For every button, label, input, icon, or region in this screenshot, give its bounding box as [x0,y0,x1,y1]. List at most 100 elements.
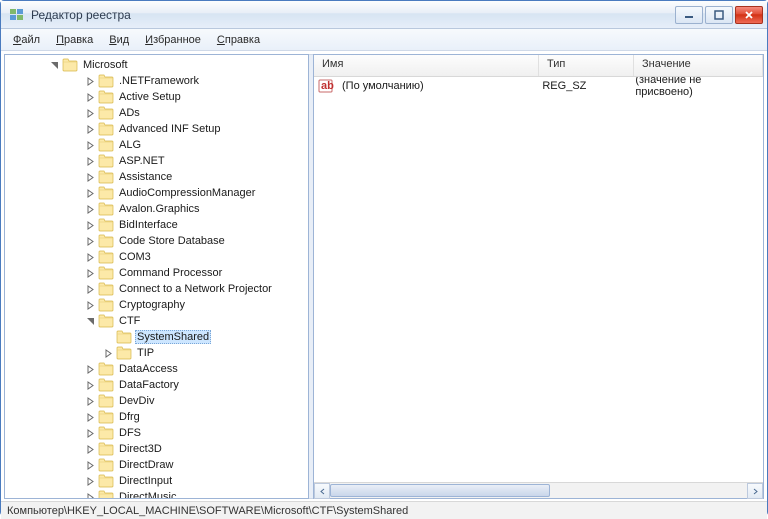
menubar: Файл Правка Вид Избранное Справка [1,29,767,51]
tree-item[interactable]: DirectInput [5,473,308,489]
expand-icon[interactable] [85,252,96,263]
folder-icon [98,90,114,104]
tree-item-microsoft[interactable]: Microsoft [5,57,308,73]
tree-item[interactable]: Connect to a Network Projector [5,281,308,297]
tree-label: Connect to a Network Projector [117,283,274,295]
expand-icon[interactable] [85,172,96,183]
folder-icon [98,138,114,152]
column-value[interactable]: Значение [634,55,763,76]
tree-item[interactable]: Code Store Database [5,233,308,249]
expand-icon[interactable] [85,236,96,247]
expand-icon[interactable] [85,188,96,199]
expand-icon[interactable] [85,492,96,500]
tree-label: DataFactory [117,379,181,391]
menu-edit[interactable]: Правка [48,32,101,48]
tree-label: DataAccess [117,363,180,375]
maximize-button[interactable] [705,6,733,24]
menu-help[interactable]: Справка [209,32,268,48]
tree-label: Microsoft [81,59,130,71]
folder-icon [98,474,114,488]
tree-item[interactable]: Avalon.Graphics [5,201,308,217]
tree-item[interactable]: Cryptography [5,297,308,313]
expand-icon[interactable] [85,108,96,119]
menu-favorites[interactable]: Избранное [137,32,209,48]
column-type[interactable]: Тип [539,55,634,76]
tree-item[interactable]: Direct3D [5,441,308,457]
expand-icon[interactable] [85,76,96,87]
expand-icon[interactable] [85,124,96,135]
folder-icon [98,282,114,296]
expand-icon[interactable] [85,220,96,231]
collapse-icon[interactable] [85,316,96,327]
tree-label: .NETFramework [117,75,201,87]
expand-icon[interactable] [85,412,96,423]
tree-label: ADs [117,107,142,119]
tree-item[interactable]: DFS [5,425,308,441]
expand-icon[interactable] [85,364,96,375]
tree-item[interactable]: AudioCompressionManager [5,185,308,201]
menu-view[interactable]: Вид [101,32,137,48]
folder-icon [98,250,114,264]
tree-item[interactable]: CTF [5,313,308,329]
tree-item[interactable]: DataAccess [5,361,308,377]
expand-icon[interactable] [85,284,96,295]
tree-item[interactable]: DirectMusic [5,489,308,499]
close-button[interactable] [735,6,763,24]
tree-item[interactable]: ALG [5,137,308,153]
tree-item[interactable]: SystemShared [5,329,308,345]
tree-label: ASP.NET [117,155,167,167]
tree-item[interactable]: ASP.NET [5,153,308,169]
expand-icon[interactable] [85,92,96,103]
expand-icon[interactable] [85,476,96,487]
tree-item[interactable]: DirectDraw [5,457,308,473]
tree-label: Dfrg [117,411,142,423]
tree-item[interactable]: DevDiv [5,393,308,409]
tree-label: SystemShared [135,330,211,344]
expand-icon[interactable] [85,428,96,439]
expand-icon[interactable] [85,156,96,167]
tree-item[interactable]: Active Setup [5,89,308,105]
tree-pane[interactable]: Microsoft .NETFramework Active Setup ADs Adv… [4,54,309,499]
tree-item[interactable]: Advanced INF Setup [5,121,308,137]
tree-item[interactable]: Dfrg [5,409,308,425]
expand-icon[interactable] [85,444,96,455]
folder-icon [98,154,114,168]
expand-icon[interactable] [103,348,114,359]
tree-item[interactable]: TIP [5,345,308,361]
tree-item[interactable]: ADs [5,105,308,121]
list-row[interactable]: ab(По умолчанию)REG_SZ(значение не присв… [314,77,763,94]
tree-label: Active Setup [117,91,183,103]
tree-label: DirectMusic [117,491,178,499]
expand-icon[interactable] [85,268,96,279]
tree-label: TIP [135,347,156,359]
scroll-left-button[interactable] [314,483,330,499]
scroll-right-button[interactable] [747,483,763,499]
minimize-button[interactable] [675,6,703,24]
tree-item[interactable]: Command Processor [5,265,308,281]
tree-label: DirectInput [117,475,174,487]
tree-item[interactable]: Assistance [5,169,308,185]
tree-item[interactable]: BidInterface [5,217,308,233]
folder-icon [62,58,78,72]
column-name[interactable]: Имя [314,55,539,76]
menu-file[interactable]: Файл [5,32,48,48]
list-body[interactable]: ab(По умолчанию)REG_SZ(значение не присв… [314,77,763,482]
folder-icon [116,330,132,344]
expand-icon[interactable] [85,140,96,151]
expand-icon[interactable] [85,204,96,215]
folder-icon [98,362,114,376]
tree-item[interactable]: COM3 [5,249,308,265]
horizontal-scrollbar[interactable] [314,482,763,498]
tree-item[interactable]: .NETFramework [5,73,308,89]
cell-value: (значение не присвоено) [631,77,763,98]
collapse-icon[interactable] [49,60,60,71]
expand-icon[interactable] [85,380,96,391]
window-controls [675,6,763,24]
tree-item[interactable]: DataFactory [5,377,308,393]
scroll-thumb[interactable] [330,484,550,497]
expand-icon[interactable] [85,396,96,407]
folder-icon [98,298,114,312]
tree-label: BidInterface [117,219,180,231]
expand-icon[interactable] [85,300,96,311]
expand-icon[interactable] [85,460,96,471]
